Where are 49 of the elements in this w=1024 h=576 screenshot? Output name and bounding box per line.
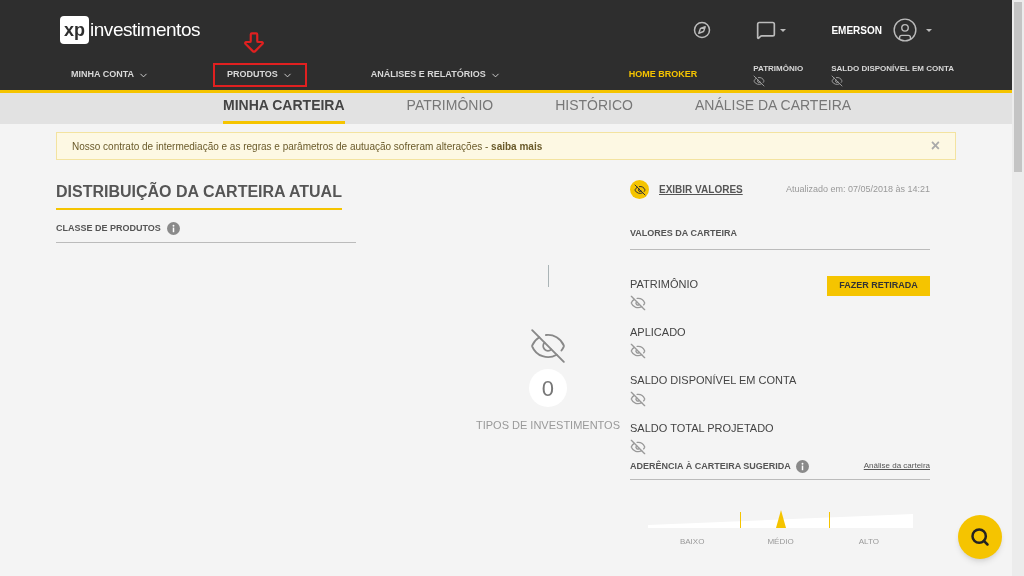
notice-text: Nosso contrato de intermediação e as regras e parâmetros de autuação sofreram alterações - saiba mais <box>72 139 543 154</box>
eye-off-icon <box>529 327 567 365</box>
eye-off-icon <box>630 295 646 311</box>
tab[interactable]: PATRIMÔNIO <box>406 95 494 124</box>
search-button[interactable] <box>958 515 1002 559</box>
scale-label: BAIXO <box>678 536 706 548</box>
arrow-icon <box>241 29 267 55</box>
nav-menu-item[interactable]: MINHA CONTA <box>57 63 163 87</box>
balance-label: PATRIMÔNIO <box>753 63 804 75</box>
eye-off-icon <box>630 343 646 359</box>
user-name[interactable]: EMERSON <box>831 22 882 38</box>
eye-off-icon[interactable] <box>831 75 844 87</box>
chart-placeholder-line <box>547 265 549 287</box>
tab[interactable]: ANÁLISE DA CARTEIRA <box>694 95 852 124</box>
eye-off-icon <box>630 439 646 455</box>
nav-menu-item[interactable]: ANÁLISES E RELATÓRIOS <box>356 63 515 87</box>
hidden-values-icon[interactable] <box>630 180 649 199</box>
scale-label: MÉDIO <box>766 536 795 548</box>
withdraw-button[interactable]: FAZER RETIRADA <box>827 275 930 296</box>
compass-icon[interactable] <box>693 21 712 39</box>
info-icon[interactable] <box>166 222 180 236</box>
caret-icon[interactable] <box>926 28 932 32</box>
value-label: APLICADO <box>630 324 686 340</box>
investment-count: 0 <box>529 369 567 407</box>
value-label: SALDO TOTAL PROJETADO <box>630 420 774 436</box>
value-label: PATRIMÔNIO <box>630 276 699 292</box>
count-label: TIPOS DE INVESTIMENTOS <box>475 418 620 433</box>
section-label: ADERÊNCIA À CARTEIRA SUGERIDA <box>630 459 791 473</box>
avatar-icon[interactable] <box>892 17 918 43</box>
scrollbar[interactable] <box>1012 0 1024 576</box>
show-values-link[interactable]: EXIBIR VALORES <box>659 182 743 197</box>
search-icon <box>970 527 990 547</box>
nav-menu-item[interactable]: PRODUTOS <box>213 63 307 87</box>
portfolio-analysis-link[interactable]: Análise da carteira <box>863 460 930 473</box>
section-label: VALORES DA CARTEIRA <box>630 227 930 250</box>
info-icon[interactable] <box>795 459 809 473</box>
chat-menu[interactable] <box>756 20 787 40</box>
nav-menu-item[interactable]: HOME BROKER <box>614 63 712 87</box>
eye-off-icon <box>630 391 646 407</box>
value-label: SALDO DISPONÍVEL EM CONTA <box>630 372 797 388</box>
section-label: CLASSE DE PRODUTOS <box>56 222 161 235</box>
section-title: DISTRIBUIÇÃO DA CARTEIRA ATUAL <box>56 180 342 210</box>
eye-off-icon[interactable] <box>753 75 766 87</box>
updated-time: Atualizado em: 07/05/2018 às 14:21 <box>785 182 930 196</box>
balance-label: SALDO DISPONÍVEL EM CONTA <box>831 63 954 75</box>
tab[interactable]: MINHA CARTEIRA <box>223 95 345 124</box>
tab[interactable]: HISTÓRICO <box>555 95 633 124</box>
logo[interactable]: xp investimentos <box>60 15 200 45</box>
scale-label: ALTO <box>857 536 880 548</box>
